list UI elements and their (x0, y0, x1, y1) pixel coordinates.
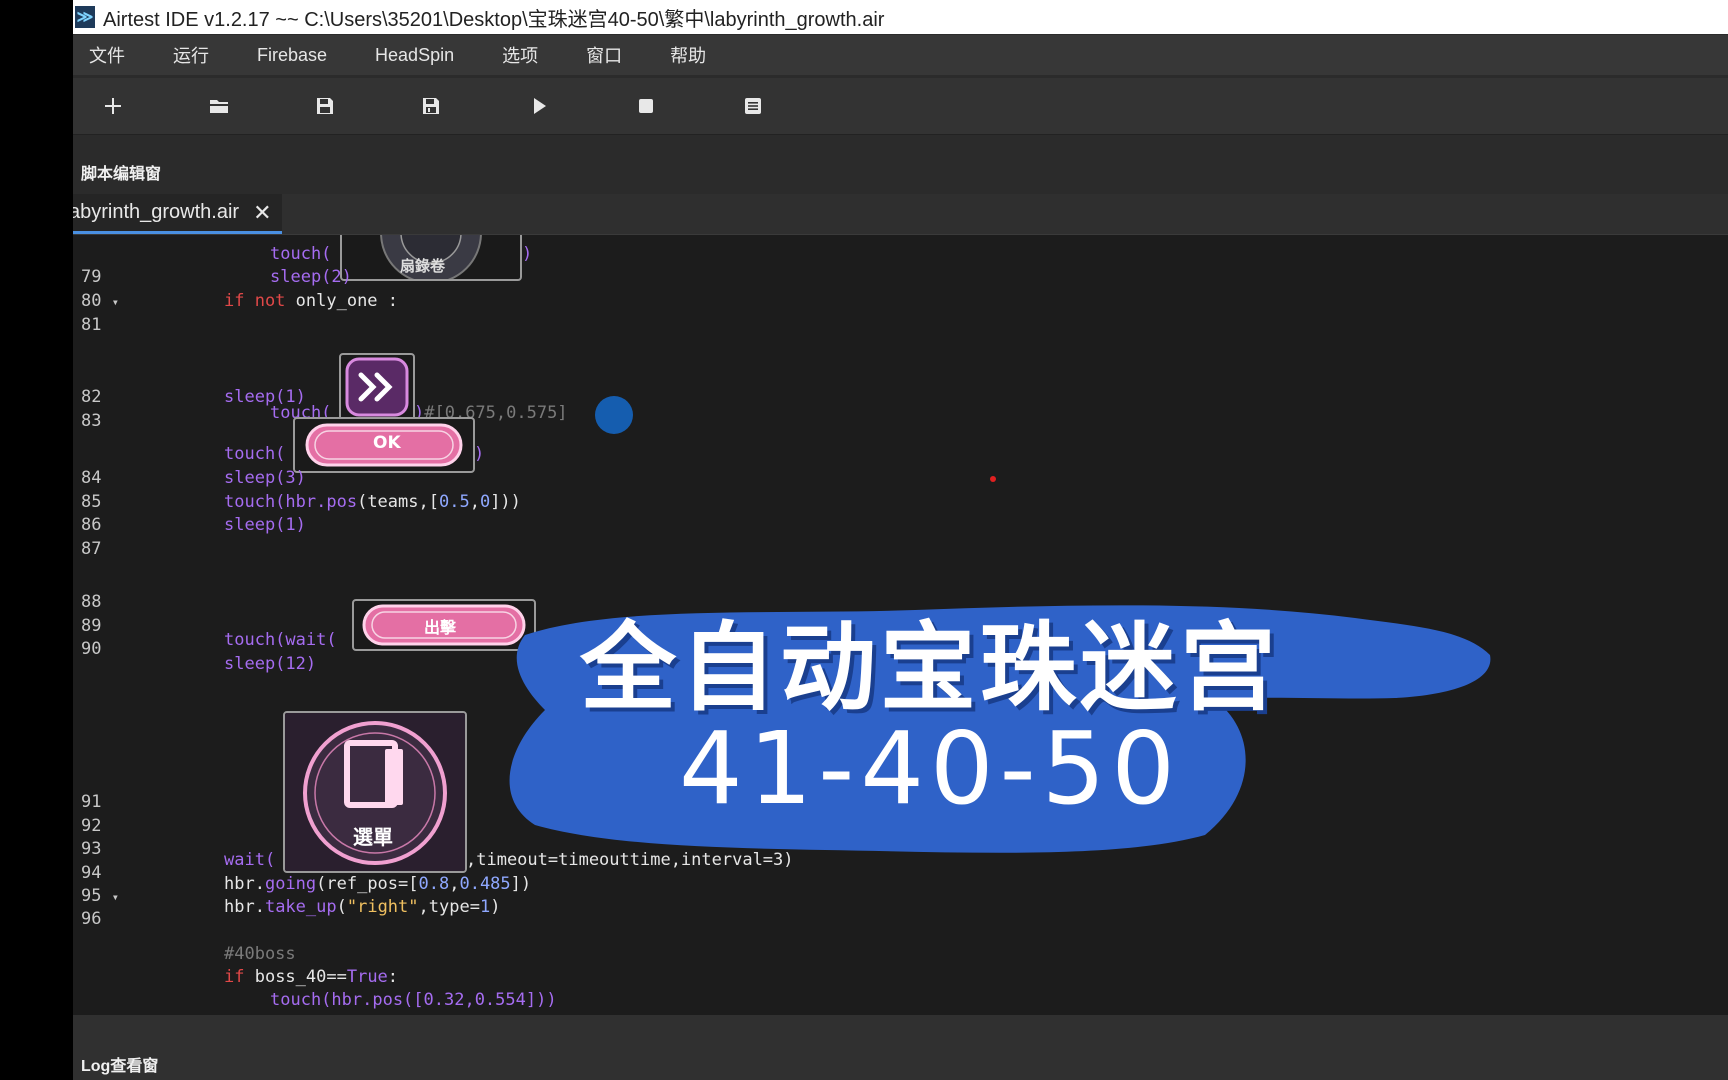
code-line: touch(wait( (224, 630, 337, 650)
line-number: 95 ▾ (81, 886, 119, 906)
red-marker-dot (990, 476, 996, 482)
code-line: wait( (224, 850, 276, 870)
fold-marker-icon[interactable]: ▾ (112, 295, 119, 309)
code-line: ,timeout=timeouttime,interval=3) (466, 850, 794, 870)
code-line: ) (522, 244, 533, 264)
airtest-logo-icon: ≫ (75, 6, 95, 28)
code-comment: #40boss (224, 944, 296, 964)
stop-icon[interactable] (628, 88, 664, 124)
menu-options[interactable]: 选项 (502, 42, 538, 68)
menu-headspin[interactable]: HeadSpin (375, 45, 454, 66)
code-line: sleep(12) (224, 654, 317, 674)
menu-firebase[interactable]: Firebase (257, 45, 327, 66)
menu-bar: 文件 运行 Firebase HeadSpin 选项 窗口 帮助 (73, 35, 1728, 75)
line-number: 80 ▾ (81, 291, 119, 311)
line-number: 92 (81, 816, 102, 836)
title-bar: ≫ Airtest IDE v1.2.17 ~~ C:\Users\35201\… (73, 0, 1728, 34)
line-number: 79 (81, 267, 102, 287)
code-line: if not only_one : (224, 291, 399, 311)
airtest-ide-window: ≫ Airtest IDE v1.2.17 ~~ C:\Users\35201\… (73, 0, 1728, 1080)
line-number: 90 (81, 639, 102, 659)
thumb-label: 出擊 (424, 618, 457, 637)
menu-file[interactable]: 文件 (89, 42, 125, 68)
script-editor-panel-title: 脚本编辑窗 (81, 166, 162, 183)
window-title: Airtest IDE v1.2.17 ~~ C:\Users\35201\De… (103, 8, 885, 31)
code-editor[interactable]: 79 80 ▾ 81 82 83 84 85 86 87 88 89 90 91… (73, 235, 1728, 1015)
code-line: sleep(1) (224, 387, 306, 407)
template-image-menu[interactable]: 選單 (283, 711, 467, 873)
fold-marker-icon[interactable]: ▾ (112, 890, 119, 904)
template-image-scroll[interactable]: 扇錄卷 (340, 235, 522, 281)
code-line: touch(hbr.pos([0.32,0.554])) (270, 990, 557, 1010)
tab-labyrinth-growth[interactable]: abyrinth_growth.air ✕ (73, 194, 282, 234)
code-line: if boss_40==True: (224, 967, 399, 987)
save-icon[interactable] (307, 88, 343, 124)
close-icon[interactable]: ✕ (253, 200, 271, 226)
code-line: ) (474, 444, 485, 464)
line-number: 82 (81, 387, 102, 407)
tab-label: abyrinth_growth.air (73, 201, 240, 223)
line-number: 91 (81, 792, 102, 812)
save-as-icon[interactable] (413, 88, 449, 124)
thumb-label: 選單 (353, 825, 393, 849)
code-line: touch( (270, 244, 332, 264)
code-line: sleep(1) (224, 515, 306, 535)
template-image-fast-forward[interactable] (339, 353, 415, 421)
thumb-label: 扇錄卷 (400, 257, 446, 275)
line-number: 84 (81, 468, 102, 488)
folder-open-icon[interactable] (201, 88, 237, 124)
code-line: sleep(2) (270, 267, 352, 287)
log-list-icon[interactable] (735, 88, 771, 124)
line-number: 94 (81, 863, 102, 883)
log-panel-title: Log查看窗 (81, 1058, 159, 1075)
code-line: touch(hbr.pos(teams,[0.5,0])) (224, 492, 521, 512)
plus-icon[interactable] (95, 88, 131, 124)
code-line: hbr.going(ref_pos=[0.8,0.485]) (224, 874, 532, 894)
line-number: 96 (81, 909, 102, 929)
editor-tab-strip: abyrinth_growth.air ✕ (73, 194, 1728, 235)
touch-indicator-circle (595, 396, 633, 434)
menu-help[interactable]: 帮助 (670, 42, 706, 68)
menu-run[interactable]: 运行 (173, 42, 209, 68)
code-line: touch( (224, 444, 286, 464)
code-line: ,interval=3 (535, 630, 648, 650)
menu-window[interactable]: 窗口 (586, 42, 622, 68)
line-number: 87 (81, 539, 102, 559)
template-image-ok[interactable]: OK (293, 417, 475, 473)
code-line: hbr.take_up("right",type=1) (224, 897, 501, 917)
line-number: 85 (81, 492, 102, 512)
log-panel (73, 1015, 1728, 1080)
line-number: 89 (81, 616, 102, 636)
line-number: 93 (81, 839, 102, 859)
line-number: 81 (81, 315, 102, 335)
toolbar (73, 78, 1728, 135)
line-number: 88 (81, 592, 102, 612)
code-line: sleep(3) (224, 468, 306, 488)
line-number: 86 (81, 515, 102, 535)
thumb-label: OK (373, 433, 401, 453)
template-image-sortie[interactable]: 出擊 (352, 599, 536, 651)
play-icon[interactable] (521, 88, 557, 124)
line-number: 83 (81, 411, 102, 431)
